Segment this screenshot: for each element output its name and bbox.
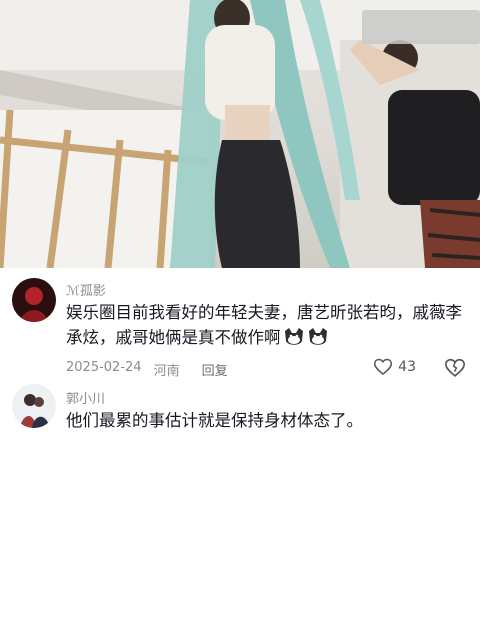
comment-body: 娱乐圈目前我看好的年轻夫妻，唐艺昕张若昀，戚薇李承炫，戚哥她俩是真不做作啊 [66, 303, 462, 347]
user-badge-icon: ℳ [66, 284, 80, 299]
username[interactable]: ℳ孤影 [66, 280, 106, 299]
comment-list: ℳ孤影 娱乐圈目前我看好的年轻夫妻，唐艺昕张若昀，戚薇李承炫，戚哥她俩是真不做作… [0, 268, 480, 640]
heart-icon [374, 358, 393, 376]
blurred-watermark [362, 10, 480, 44]
video-frame[interactable] [0, 0, 480, 268]
comment-date: 2025-02-24 [66, 360, 142, 375]
dog-emoji-icon [284, 328, 303, 345]
avatar[interactable] [12, 278, 56, 322]
like-count: 43 [398, 359, 416, 375]
comment-text: 他们最累的事估计就是保持身材体态了。 [66, 411, 363, 430]
username-text: 孤影 [79, 284, 106, 299]
avatar[interactable] [12, 384, 56, 428]
comment-text: 娱乐圈目前我看好的年轻夫妻，唐艺昕张若昀，戚薇李承炫，戚哥她俩是真不做作啊 [66, 300, 466, 350]
broken-heart-icon[interactable] [444, 357, 466, 379]
reply-button[interactable]: 回复 [202, 360, 228, 379]
dog-emoji-icon [308, 328, 327, 345]
comment-meta: 2025-02-24 河南 回复 [66, 360, 228, 379]
username[interactable]: 郭小川 [66, 388, 105, 407]
like-button[interactable]: 43 [373, 357, 416, 377]
comment-location: 河南 [153, 364, 180, 379]
